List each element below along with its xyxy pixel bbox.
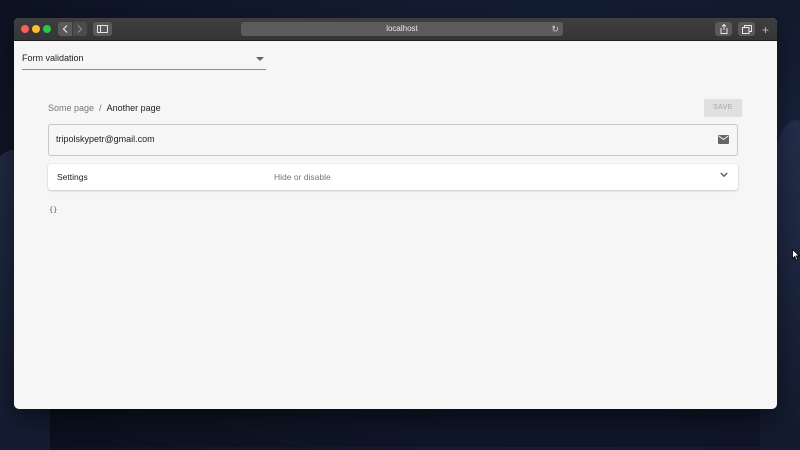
close-window-button[interactable]	[21, 25, 29, 33]
browser-toolbar: localhost ↻ +	[14, 18, 777, 41]
form-select-dropdown[interactable]: Form validation	[22, 51, 266, 70]
settings-subtitle: Hide or disable	[274, 172, 331, 182]
zoom-window-button[interactable]	[43, 25, 51, 33]
dropdown-arrow-icon	[256, 57, 264, 61]
cursor-icon	[792, 249, 800, 261]
share-icon	[720, 24, 727, 34]
dropdown-value: Form validation	[22, 53, 84, 63]
sidebar-icon	[97, 25, 108, 33]
breadcrumb-item-current: Another page	[106, 103, 161, 113]
back-button[interactable]	[58, 22, 72, 36]
settings-expansion-panel[interactable]: Settings Hide or disable	[48, 164, 738, 190]
new-tab-button[interactable]: +	[762, 24, 769, 36]
minimize-window-button[interactable]	[32, 25, 40, 33]
tabs-icon	[741, 24, 752, 34]
breadcrumb-separator: /	[99, 103, 102, 113]
show-tabs-button[interactable]	[738, 22, 755, 36]
breadcrumb-item-some-page[interactable]: Some page	[48, 103, 94, 113]
settings-title: Settings	[57, 172, 88, 182]
forward-icon	[77, 25, 83, 33]
forward-button[interactable]	[73, 22, 87, 36]
form-output: {}	[49, 206, 58, 214]
save-button[interactable]: SAVE	[704, 99, 742, 117]
email-value: tripolskypetr@gmail.com	[56, 134, 155, 144]
chevron-down-icon	[720, 172, 728, 178]
browser-window: localhost ↻ + Form validation Some page /…	[14, 18, 777, 409]
reload-icon[interactable]: ↻	[551, 22, 559, 36]
share-button[interactable]	[715, 22, 732, 36]
page-content: Form validation Some page / Another page S…	[14, 41, 777, 409]
address-bar[interactable]: localhost ↻	[241, 22, 563, 36]
breadcrumb: Some page / Another page	[48, 103, 161, 113]
url-text: localhost	[386, 24, 418, 33]
email-field[interactable]: tripolskypetr@gmail.com	[48, 124, 738, 156]
sidebar-toggle-button[interactable]	[93, 22, 112, 36]
back-icon	[62, 25, 68, 33]
mail-icon	[718, 135, 729, 144]
